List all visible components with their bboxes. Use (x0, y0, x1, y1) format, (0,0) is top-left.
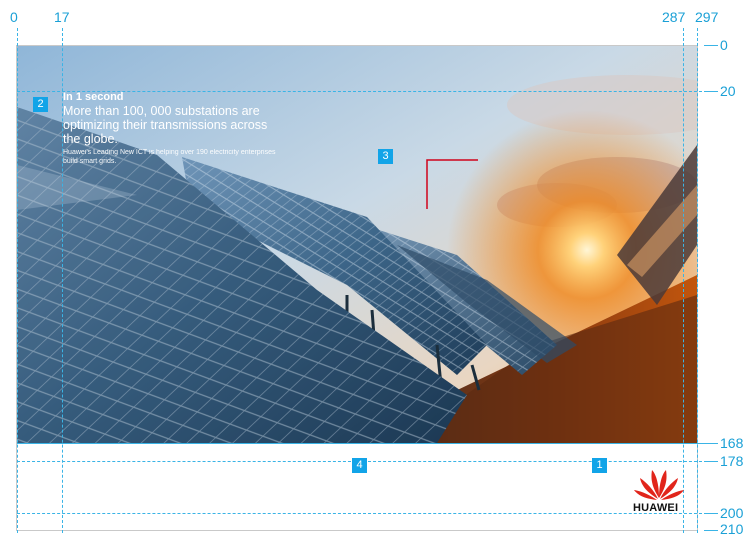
guide-x-0 (17, 28, 18, 533)
huawei-logo-icon (634, 470, 684, 500)
ruler-right-label-20: 20 (720, 83, 736, 99)
ruler-right-tick-178 (704, 461, 718, 462)
huawei-logo-text: HUAWEI (633, 502, 679, 514)
ruler-right-tick-200 (704, 513, 718, 514)
badge-2: 2 (33, 97, 48, 112)
ruler-right-label-0: 0 (720, 37, 728, 53)
ruler-top-label-297: 297 (695, 9, 719, 25)
headline-block: In 1 second More than 100, 000 substatio… (63, 91, 283, 166)
ruler-right-tick-168 (704, 443, 718, 444)
ruler-right-tick-20 (704, 91, 718, 92)
guide-x-297 (697, 28, 698, 533)
guide-x-287 (683, 28, 684, 533)
badge-3: 3 (378, 149, 393, 164)
ruler-top-label-0: 0 (10, 9, 18, 25)
corner-crop-mark (426, 159, 478, 209)
guide-y-200 (17, 513, 707, 514)
ruler-right-label-168: 168 (720, 435, 744, 451)
ruler-right-label-200: 200 (720, 505, 744, 521)
guide-y-168 (17, 443, 707, 444)
ruler-top-label-17: 17 (54, 9, 70, 25)
ruler-right-tick-210 (704, 530, 718, 531)
badge-4: 4 (352, 458, 367, 473)
headline-title: In 1 second (63, 91, 124, 103)
headline-caption: Huawei's Leading New ICT is helping over… (63, 149, 276, 165)
ruler-right-tick-0 (704, 45, 718, 46)
ruler-right-label-210: 210 (720, 521, 744, 537)
ruler-right-label-178: 178 (720, 453, 744, 469)
ruler-top-label-287: 287 (662, 9, 686, 25)
headline-body: More than 100, 000 substations are optim… (63, 104, 268, 146)
badge-1: 1 (592, 458, 607, 473)
